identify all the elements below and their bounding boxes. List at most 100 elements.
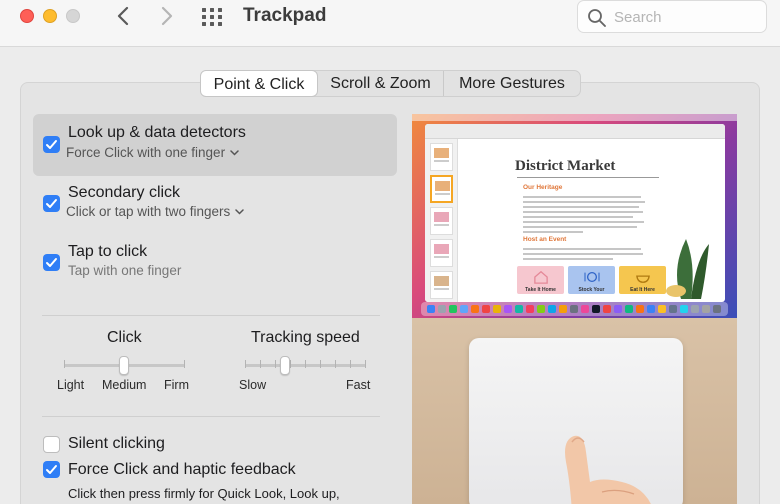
tab-scroll-zoom[interactable]: Scroll & Zoom	[318, 71, 444, 96]
chevron-down-icon	[235, 209, 245, 215]
secondary-click-sub: Click or tap with two fingers	[66, 204, 231, 219]
tracking-slider-title: Tracking speed	[251, 329, 360, 346]
click-tick	[184, 360, 185, 368]
preview-card: Take It Home	[517, 266, 564, 294]
back-button[interactable]	[111, 4, 135, 28]
tracking-label-slow: Slow	[239, 378, 267, 392]
tap-to-click-sub: Tap with one finger	[68, 263, 182, 278]
lookup-checkbox[interactable]	[43, 136, 60, 153]
doc-text-line	[523, 206, 639, 208]
lookup-dropdown[interactable]: Force Click with one finger	[66, 145, 239, 160]
doc-text-line	[523, 248, 641, 250]
secondary-click-title: Secondary click	[68, 184, 181, 201]
force-click-checkbox[interactable]	[43, 461, 60, 478]
preview-dock	[421, 302, 728, 316]
secondary-click-dropdown[interactable]: Click or tap with two fingers	[66, 204, 245, 219]
preview-app-toolbar	[425, 124, 725, 139]
page-thumbnail	[430, 239, 453, 267]
click-label-light: Light	[57, 378, 85, 392]
chevron-down-icon	[230, 150, 239, 156]
force-click-help: Click then press firmly for Quick Look, …	[68, 486, 340, 501]
tracking-tick	[365, 360, 366, 368]
preview-card: Eat It Here	[619, 266, 666, 294]
tab-more-gestures[interactable]: More Gestures	[444, 71, 580, 96]
window-toolbar: Trackpad	[0, 0, 780, 47]
doc-text-line	[523, 211, 643, 213]
search-field[interactable]	[577, 0, 767, 33]
doc-rule	[517, 177, 659, 178]
lookup-sub: Force Click with one finger	[66, 145, 226, 160]
option-force-click[interactable]: Force Click and haptic feedback	[33, 458, 397, 482]
card-label: Take It Home	[525, 287, 556, 293]
plate-icon	[584, 271, 600, 283]
tap-to-click-title: Tap to click	[68, 243, 148, 260]
doc-text-line	[523, 216, 633, 218]
tracking-tick	[290, 360, 291, 368]
preview-screen: District Market Our Heritage Host an Eve…	[412, 114, 737, 318]
tab-bar: Point & Click Scroll & Zoom More Gesture…	[200, 70, 581, 97]
click-label-medium: Medium	[102, 378, 147, 392]
tracking-tick	[320, 360, 321, 368]
tracking-tick	[275, 360, 276, 368]
tracking-tick	[350, 360, 351, 368]
tracking-tick	[305, 360, 306, 368]
click-tick	[64, 360, 65, 368]
zoom-window-button[interactable]	[66, 9, 80, 23]
checkmark-icon	[46, 140, 57, 149]
preview-heading-event: Host an Event	[523, 236, 567, 243]
tracking-tick	[260, 360, 261, 368]
preview-app-window: District Market Our Heritage Host an Eve…	[425, 124, 725, 302]
tab-point-click[interactable]: Point & Click	[200, 70, 318, 97]
lookup-title: Look up & data detectors	[68, 124, 246, 141]
doc-text-line	[523, 231, 583, 233]
click-slider-title: Click	[107, 329, 142, 346]
divider	[42, 315, 380, 316]
silent-clicking-title: Silent clicking	[68, 435, 165, 452]
doc-text-line	[523, 253, 643, 255]
tracking-label-fast: Fast	[346, 378, 371, 392]
card-label: Eat It Here	[630, 287, 655, 293]
tap-to-click-checkbox[interactable]	[43, 254, 60, 271]
option-silent-clicking[interactable]: Silent clicking	[33, 432, 397, 456]
vegetable-illustration	[666, 239, 709, 299]
page-thumbnail	[430, 175, 453, 203]
option-lookup[interactable]: Look up & data detectors Force Click wit…	[33, 114, 397, 176]
doc-text-line	[523, 258, 613, 260]
minimize-window-button[interactable]	[43, 9, 57, 23]
finger-illustration	[565, 435, 651, 504]
page-thumbnail	[430, 271, 453, 299]
doc-text-line	[523, 221, 644, 223]
card-label: Stock Your	[578, 287, 605, 293]
preview-page-sidebar	[425, 139, 458, 302]
search-icon	[588, 9, 606, 27]
search-input[interactable]	[614, 6, 754, 28]
page-thumbnail	[430, 143, 453, 171]
chevron-right-icon	[161, 6, 173, 26]
house-icon	[534, 270, 548, 284]
preview-doc-title: District Market	[515, 158, 616, 174]
gesture-preview-video: District Market Our Heritage Host an Eve…	[412, 114, 737, 504]
doc-text-line	[523, 201, 645, 203]
option-secondary-click[interactable]: Secondary click Click or tap with two fi…	[33, 176, 397, 232]
show-all-button[interactable]	[200, 6, 224, 28]
secondary-click-checkbox[interactable]	[43, 195, 60, 212]
preview-heading-heritage: Our Heritage	[523, 184, 563, 191]
click-slider-knob[interactable]	[119, 356, 129, 375]
preview-card: Stock Your	[568, 266, 615, 294]
doc-text-line	[523, 226, 637, 228]
tracking-tick	[335, 360, 336, 368]
page-thumbnail	[430, 207, 453, 235]
silent-clicking-checkbox[interactable]	[43, 436, 60, 453]
option-tap-to-click[interactable]: Tap to click Tap with one finger	[33, 235, 397, 291]
close-window-button[interactable]	[20, 9, 34, 23]
force-click-title: Force Click and haptic feedback	[68, 461, 296, 478]
checkmark-icon	[46, 258, 57, 267]
forward-button[interactable]	[155, 4, 179, 28]
doc-text-line	[523, 196, 641, 198]
checkmark-icon	[46, 465, 57, 474]
divider	[42, 416, 380, 417]
window-title: Trackpad	[243, 5, 327, 26]
checkmark-icon	[46, 199, 57, 208]
tracking-slider-knob[interactable]	[279, 356, 290, 375]
bowl-icon	[636, 275, 650, 283]
